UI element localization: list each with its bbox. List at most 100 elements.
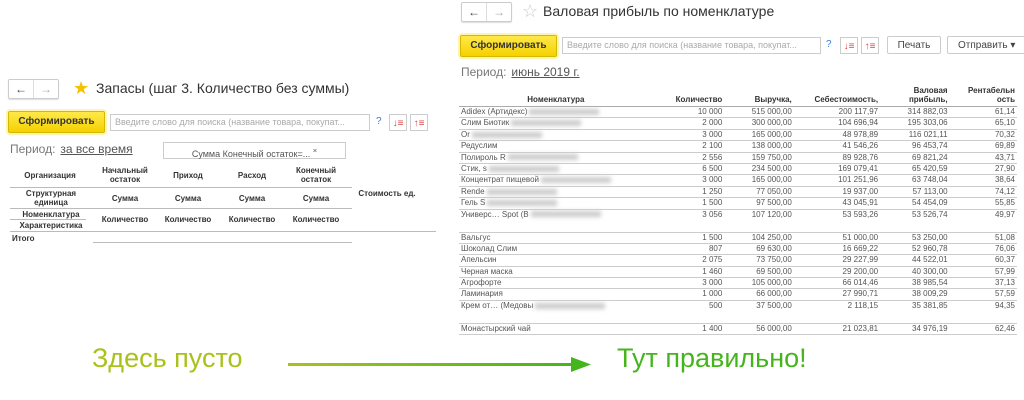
table-row[interactable]: Черная маска 1 460 69 500,00 29 200,00 40 30…	[459, 266, 1017, 279]
table-row[interactable]: Вальгус 1 500 104 250,00 51 000,00 53 250,00…	[459, 232, 1017, 244]
header-sum-out: Сумма	[238, 194, 266, 203]
cell-value: 38 009,29	[880, 288, 950, 301]
column-header[interactable]: Номенклатура	[459, 86, 653, 107]
cell-value: 69,89	[949, 140, 1017, 153]
sort-asc-icon[interactable]: ↑≡	[861, 37, 879, 54]
period-link[interactable]: июнь 2019 г.	[511, 65, 579, 79]
column-header[interactable]: Количество	[652, 86, 725, 107]
send-button[interactable]: Отправить ▾	[947, 36, 1024, 54]
forward-button[interactable]: →	[33, 80, 58, 98]
cell-name: Концентрат пищевой	[459, 174, 653, 187]
period-link[interactable]: за все время	[60, 142, 132, 156]
filter-close-icon[interactable]: ×	[313, 146, 317, 155]
cell-value: 43 045,91	[793, 197, 881, 210]
table-row[interactable]: Стик, s 6 500 234 500,00 169 079,41 65 420,5…	[459, 163, 1017, 176]
cell-value: 43,71	[949, 152, 1017, 164]
redacted-text	[535, 302, 606, 309]
arrow-icon	[288, 357, 591, 372]
item-name: Шоколад Слим	[461, 243, 518, 253]
table-row[interactable]: Крем от… (Медовы 500 37 500,00 2 118,15 35 3…	[459, 300, 1017, 324]
cell-value: 2 000	[652, 117, 725, 130]
table-row[interactable]: Монастырский чай 1 400 56 000,00 21 023,81 3…	[459, 323, 1017, 336]
generate-button[interactable]: Сформировать	[8, 111, 105, 133]
cell-value: 77 050,00	[724, 186, 794, 199]
header-sum-in: Сумма	[174, 194, 202, 203]
favorite-star-icon[interactable]: ☆	[522, 2, 538, 20]
cell-value: 1 000	[652, 288, 725, 301]
cell-value: 29 227,99	[793, 254, 881, 267]
header-struct: Структурная единица	[25, 189, 77, 207]
cell-value: 3 000	[652, 277, 725, 290]
help-link[interactable]: ?	[826, 39, 832, 50]
column-header[interactable]: Рентабельн ость	[949, 86, 1017, 107]
help-link[interactable]: ?	[376, 116, 382, 127]
header-org: Организация	[24, 171, 76, 180]
cell-value: 51 000,00	[793, 232, 881, 244]
search-input[interactable]: Введите слово для поиска (название товар…	[110, 114, 370, 131]
table-row[interactable]: Агрофорте 3 000 105 000,00 66 014,46 38 985,…	[459, 277, 1017, 290]
cell-name: Монастырский чай	[459, 323, 653, 336]
header-qty-in: Количество	[164, 215, 212, 224]
table-row[interactable]: Adidex (Артидекс) 10 000 515 000,00 200 117…	[459, 106, 1017, 119]
column-header[interactable]: Выручка,	[724, 86, 794, 107]
redacted-text	[486, 188, 557, 195]
redacted-text	[529, 108, 600, 115]
cell-value: 165 000,00	[724, 174, 794, 187]
table-row[interactable]: Концентрат пищевой 3 000 165 000,00 101 251…	[459, 174, 1017, 187]
back-button[interactable]: ←	[462, 3, 486, 21]
print-button[interactable]: Печать	[887, 36, 941, 54]
item-name: Крем от… (Медовы	[461, 300, 534, 310]
cell-value: 116 021,11	[880, 129, 950, 142]
cell-value: 57,99	[949, 266, 1017, 279]
column-header[interactable]: Себестоимость,	[793, 86, 881, 107]
period-label: Период:	[10, 142, 56, 156]
item-name: Гель S	[461, 198, 486, 208]
table-row[interactable]: Универс… Spot (B 3 056 107 120,00 53 593,26…	[459, 209, 1017, 233]
table-row[interactable]: Rende 1 250 77 050,00 19 937,00 57 113,00 74,…	[459, 186, 1017, 199]
filter-chip[interactable]: Сумма Конечный остаток=... ×	[163, 142, 346, 159]
table-row[interactable]: Редуслим 2 100 138 000,00 41 546,26 96 453,7…	[459, 140, 1017, 153]
table-row[interactable]: Слим Биотик 2 000 300 000,00 104 696,94 195 …	[459, 117, 1017, 130]
cell-value: 37,13	[949, 277, 1017, 290]
item-name: Агрофорте	[461, 278, 502, 288]
item-name: Or	[461, 129, 470, 139]
cell-value: 29 200,00	[793, 266, 881, 279]
cell-value: 69 821,24	[880, 152, 950, 164]
header-qty-start: Количество	[101, 215, 149, 224]
sort-desc-icon[interactable]: ↓≡	[389, 114, 407, 131]
divider	[93, 242, 352, 243]
cell-value: 1 400	[652, 323, 725, 336]
redacted-text	[540, 177, 611, 184]
favorite-star-icon[interactable]: ★	[73, 79, 89, 97]
cell-value: 37 500,00	[724, 300, 794, 324]
item-name: Стик, s	[461, 163, 487, 173]
table-row[interactable]: Апельсин 2 075 73 750,00 29 227,99 44 522,01…	[459, 254, 1017, 267]
back-button[interactable]: ←	[9, 80, 33, 98]
cell-value: 65,10	[949, 117, 1017, 130]
cell-value: 48 978,89	[793, 129, 881, 142]
cell-value: 2 556	[652, 152, 725, 164]
cell-value: 27 990,71	[793, 288, 881, 301]
table-row[interactable]: Полироль R 2 556 159 750,00 89 928,76 69 821…	[459, 152, 1017, 164]
cell-value: 21 023,81	[793, 323, 881, 336]
table-row[interactable]: Ламинария 1 000 66 000,00 27 990,71 38 009,2…	[459, 288, 1017, 301]
table-row[interactable]: Гель S 1 500 97 500,00 43 045,91 54 454,09 55…	[459, 197, 1017, 210]
item-name: Концентрат пищевой	[461, 175, 539, 185]
sort-asc-icon[interactable]: ↑≡	[410, 114, 428, 131]
forward-button[interactable]: →	[486, 3, 511, 21]
cell-name: Универс… Spot (B	[459, 209, 653, 233]
generate-button[interactable]: Сформировать	[460, 35, 557, 57]
table-row[interactable]: Шоколад Слим 807 69 630,00 16 669,22 52 960,…	[459, 243, 1017, 256]
column-header[interactable]: Валовая прибыль,	[880, 86, 950, 107]
table-row[interactable]: Or 3 000 165 000,00 48 978,89 116 021,11 70,3…	[459, 129, 1017, 142]
header-sum-start: Сумма	[111, 194, 139, 203]
search-input[interactable]: Введите слово для поиска (название товар…	[562, 37, 821, 54]
item-name: Rende	[461, 186, 485, 196]
redacted-text	[507, 154, 578, 161]
item-name: Ламинария	[461, 289, 503, 299]
caption-correct: Тут правильно!	[617, 343, 807, 373]
cell-value: 53 593,26	[793, 209, 881, 233]
sort-desc-icon[interactable]: ↓≡	[840, 37, 858, 54]
item-name: Монастырский чай	[461, 323, 531, 333]
cell-name: Черная маска	[459, 266, 653, 279]
